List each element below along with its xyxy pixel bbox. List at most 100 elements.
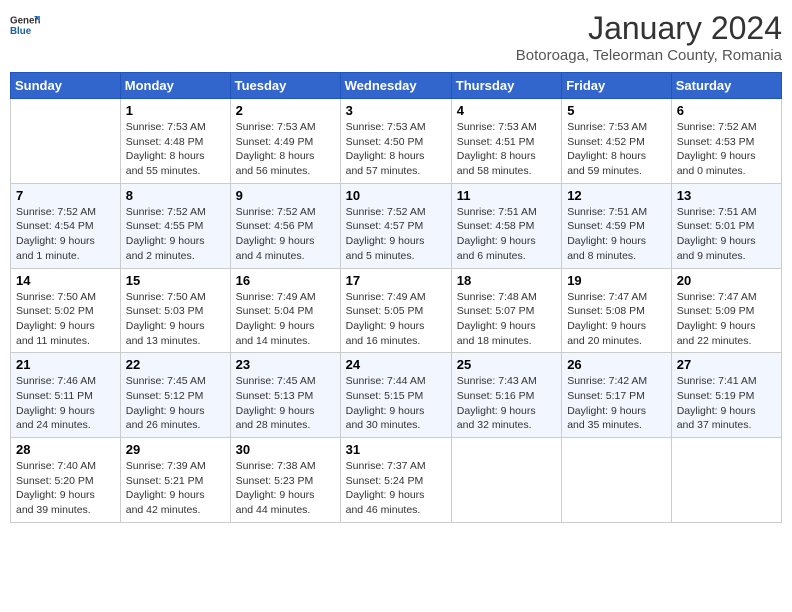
day-of-week-header: Monday — [120, 73, 230, 99]
logo-icon: General Blue — [10, 10, 40, 40]
day-number: 1 — [126, 103, 225, 118]
calendar-day-cell: 25Sunrise: 7:43 AMSunset: 5:16 PMDayligh… — [451, 353, 561, 438]
day-info: Sunrise: 7:50 AMSunset: 5:03 PMDaylight:… — [126, 290, 225, 349]
day-info: Sunrise: 7:52 AMSunset: 4:54 PMDaylight:… — [16, 205, 115, 264]
calendar-day-cell: 6 Sunrise: 7:52 AMSunset: 4:53 PMDaylight… — [671, 99, 781, 184]
calendar-header-row: SundayMondayTuesdayWednesdayThursdayFrid… — [11, 73, 782, 99]
day-info: Sunrise: 7:49 AMSunset: 5:04 PMDaylight:… — [236, 290, 335, 349]
calendar-day-cell: 23 Sunrise: 7:45 AMSunset: 5:13 PMDayligh… — [230, 353, 340, 438]
calendar-day-cell: 5Sunrise: 7:53 AMSunset: 4:52 PMDaylight… — [562, 99, 672, 184]
calendar-day-cell: 17Sunrise: 7:49 AMSunset: 5:05 PMDayligh… — [340, 268, 451, 353]
day-number: 23 — [236, 357, 335, 372]
day-info: Sunrise: 7:41 AMSunset: 5:19 PMDaylight:… — [677, 374, 776, 433]
day-number: 16 — [236, 273, 335, 288]
day-number: 5 — [567, 103, 666, 118]
calendar-day-cell — [671, 438, 781, 523]
day-info: Sunrise: 7:53 AMSunset: 4:50 PMDaylight:… — [346, 120, 446, 179]
calendar-table: SundayMondayTuesdayWednesdayThursdayFrid… — [10, 72, 782, 523]
day-number: 12 — [567, 188, 666, 203]
day-number: 3 — [346, 103, 446, 118]
day-number: 9 — [236, 188, 335, 203]
calendar-day-cell: 3 Sunrise: 7:53 AMSunset: 4:50 PMDaylight… — [340, 99, 451, 184]
calendar-day-cell: 15 Sunrise: 7:50 AMSunset: 5:03 PMDayligh… — [120, 268, 230, 353]
day-number: 18 — [457, 273, 556, 288]
day-info: Sunrise: 7:45 AMSunset: 5:13 PMDaylight:… — [236, 374, 335, 433]
day-info: Sunrise: 7:49 AMSunset: 5:05 PMDaylight:… — [346, 290, 446, 349]
day-info: Sunrise: 7:51 AMSunset: 4:58 PMDaylight:… — [457, 205, 556, 264]
day-info: Sunrise: 7:39 AMSunset: 5:21 PMDaylight:… — [126, 459, 225, 518]
day-info: Sunrise: 7:52 AMSunset: 4:53 PMDaylight:… — [677, 120, 776, 179]
day-info: Sunrise: 7:45 AMSunset: 5:12 PMDaylight:… — [126, 374, 225, 433]
calendar-day-cell: 16 Sunrise: 7:49 AMSunset: 5:04 PMDayligh… — [230, 268, 340, 353]
day-number: 19 — [567, 273, 666, 288]
day-info: Sunrise: 7:43 AMSunset: 5:16 PMDaylight:… — [457, 374, 556, 433]
day-number: 6 — [677, 103, 776, 118]
calendar-day-cell: 13 Sunrise: 7:51 AMSunset: 5:01 PMDayligh… — [671, 183, 781, 268]
calendar-day-cell: 31Sunrise: 7:37 AMSunset: 5:24 PMDayligh… — [340, 438, 451, 523]
day-info: Sunrise: 7:53 AMSunset: 4:49 PMDaylight:… — [236, 120, 335, 179]
day-number: 24 — [346, 357, 446, 372]
calendar-day-cell: 20 Sunrise: 7:47 AMSunset: 5:09 PMDayligh… — [671, 268, 781, 353]
calendar-day-cell: 30 Sunrise: 7:38 AMSunset: 5:23 PMDayligh… — [230, 438, 340, 523]
calendar-week-row: 14 Sunrise: 7:50 AMSunset: 5:02 PMDayligh… — [11, 268, 782, 353]
calendar-day-cell: 21Sunrise: 7:46 AMSunset: 5:11 PMDayligh… — [11, 353, 121, 438]
calendar-day-cell: 22 Sunrise: 7:45 AMSunset: 5:12 PMDayligh… — [120, 353, 230, 438]
day-number: 14 — [16, 273, 115, 288]
day-info: Sunrise: 7:51 AMSunset: 4:59 PMDaylight:… — [567, 205, 666, 264]
svg-text:Blue: Blue — [10, 26, 32, 37]
day-info: Sunrise: 7:37 AMSunset: 5:24 PMDaylight:… — [346, 459, 446, 518]
day-info: Sunrise: 7:44 AMSunset: 5:15 PMDaylight:… — [346, 374, 446, 433]
day-of-week-header: Wednesday — [340, 73, 451, 99]
day-info: Sunrise: 7:51 AMSunset: 5:01 PMDaylight:… — [677, 205, 776, 264]
day-number: 29 — [126, 442, 225, 457]
calendar-day-cell: 1Sunrise: 7:53 AMSunset: 4:48 PMDaylight… — [120, 99, 230, 184]
day-number: 15 — [126, 273, 225, 288]
calendar-day-cell: 28 Sunrise: 7:40 AMSunset: 5:20 PMDayligh… — [11, 438, 121, 523]
calendar-day-cell: 18 Sunrise: 7:48 AMSunset: 5:07 PMDayligh… — [451, 268, 561, 353]
day-number: 4 — [457, 103, 556, 118]
day-info: Sunrise: 7:42 AMSunset: 5:17 PMDaylight:… — [567, 374, 666, 433]
calendar-week-row: 21Sunrise: 7:46 AMSunset: 5:11 PMDayligh… — [11, 353, 782, 438]
location-subtitle: Botoroaga, Teleorman County, Romania — [516, 47, 782, 64]
day-number: 22 — [126, 357, 225, 372]
calendar-day-cell: 12 Sunrise: 7:51 AMSunset: 4:59 PMDayligh… — [562, 183, 672, 268]
calendar-day-cell: 2 Sunrise: 7:53 AMSunset: 4:49 PMDaylight… — [230, 99, 340, 184]
day-number: 2 — [236, 103, 335, 118]
day-info: Sunrise: 7:52 AMSunset: 4:57 PMDaylight:… — [346, 205, 446, 264]
month-title: January 2024 — [516, 10, 782, 47]
day-of-week-header: Tuesday — [230, 73, 340, 99]
calendar-day-cell: 9 Sunrise: 7:52 AMSunset: 4:56 PMDaylight… — [230, 183, 340, 268]
calendar-day-cell — [562, 438, 672, 523]
day-info: Sunrise: 7:40 AMSunset: 5:20 PMDaylight:… — [16, 459, 115, 518]
calendar-day-cell: 4Sunrise: 7:53 AMSunset: 4:51 PMDaylight… — [451, 99, 561, 184]
day-number: 28 — [16, 442, 115, 457]
calendar-week-row: 28 Sunrise: 7:40 AMSunset: 5:20 PMDayligh… — [11, 438, 782, 523]
day-number: 13 — [677, 188, 776, 203]
day-info: Sunrise: 7:52 AMSunset: 4:55 PMDaylight:… — [126, 205, 225, 264]
calendar-week-row: 1Sunrise: 7:53 AMSunset: 4:48 PMDaylight… — [11, 99, 782, 184]
day-number: 10 — [346, 188, 446, 203]
calendar-week-row: 7Sunrise: 7:52 AMSunset: 4:54 PMDaylight… — [11, 183, 782, 268]
day-number: 30 — [236, 442, 335, 457]
day-number: 27 — [677, 357, 776, 372]
day-of-week-header: Saturday — [671, 73, 781, 99]
calendar-day-cell: 27 Sunrise: 7:41 AMSunset: 5:19 PMDayligh… — [671, 353, 781, 438]
day-info: Sunrise: 7:50 AMSunset: 5:02 PMDaylight:… — [16, 290, 115, 349]
calendar-day-cell: 29 Sunrise: 7:39 AMSunset: 5:21 PMDayligh… — [120, 438, 230, 523]
calendar-day-cell: 7Sunrise: 7:52 AMSunset: 4:54 PMDaylight… — [11, 183, 121, 268]
day-info: Sunrise: 7:47 AMSunset: 5:08 PMDaylight:… — [567, 290, 666, 349]
calendar-day-cell: 10 Sunrise: 7:52 AMSunset: 4:57 PMDayligh… — [340, 183, 451, 268]
day-of-week-header: Sunday — [11, 73, 121, 99]
day-info: Sunrise: 7:52 AMSunset: 4:56 PMDaylight:… — [236, 205, 335, 264]
calendar-day-cell: 19 Sunrise: 7:47 AMSunset: 5:08 PMDayligh… — [562, 268, 672, 353]
day-info: Sunrise: 7:38 AMSunset: 5:23 PMDaylight:… — [236, 459, 335, 518]
calendar-day-cell: 24 Sunrise: 7:44 AMSunset: 5:15 PMDayligh… — [340, 353, 451, 438]
calendar-day-cell — [11, 99, 121, 184]
day-info: Sunrise: 7:47 AMSunset: 5:09 PMDaylight:… — [677, 290, 776, 349]
day-info: Sunrise: 7:48 AMSunset: 5:07 PMDaylight:… — [457, 290, 556, 349]
day-info: Sunrise: 7:46 AMSunset: 5:11 PMDaylight:… — [16, 374, 115, 433]
day-number: 20 — [677, 273, 776, 288]
day-number: 26 — [567, 357, 666, 372]
day-number: 11 — [457, 188, 556, 203]
calendar-day-cell: 26 Sunrise: 7:42 AMSunset: 5:17 PMDayligh… — [562, 353, 672, 438]
